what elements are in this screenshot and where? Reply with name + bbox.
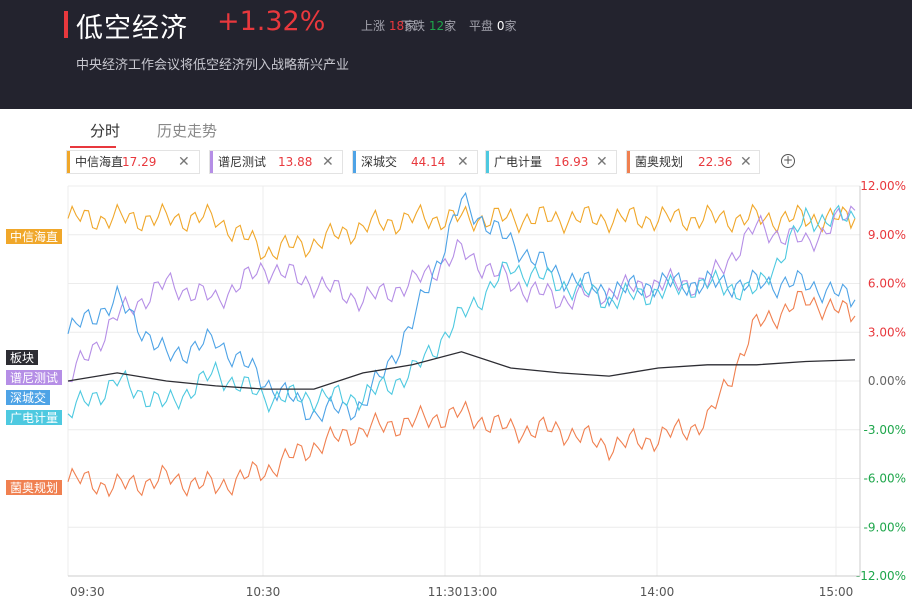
- y-tick-label: 0.00%: [868, 374, 906, 388]
- series-label-text: 深城交: [10, 390, 46, 405]
- y-tick-label: -12.00%: [856, 569, 906, 583]
- series-label: 深城交: [6, 390, 50, 405]
- x-tick-label: 11:30: [428, 585, 463, 599]
- series-label-text: 广电计量: [10, 411, 58, 425]
- series-label: 广电计量: [6, 410, 62, 425]
- y-tick-label: 3.00%: [868, 325, 906, 339]
- series-label-text: 菌奥规划: [10, 480, 58, 495]
- y-tick-label: 12.00%: [860, 179, 906, 193]
- series-label-text: 中信海直: [10, 229, 58, 244]
- x-tick-label: 15:00: [819, 585, 854, 599]
- y-tick-label: -3.00%: [864, 423, 906, 437]
- series-line-5: [67, 351, 856, 390]
- y-tick-label: 9.00%: [868, 228, 906, 242]
- x-tick-label: 10:30: [246, 585, 281, 599]
- intraday-line-chart: 12.00% 9.00% 6.00% 3.00% 0.00% -3.00% -6.00% -9…: [6, 179, 906, 599]
- series-label: 板块: [6, 350, 38, 365]
- series-line-0: [67, 202, 856, 261]
- series-label-text: 谱尼测试: [10, 370, 58, 385]
- x-tick-label: 13:00: [463, 585, 498, 599]
- series-label-text: 板块: [10, 351, 34, 365]
- series-label: 谱尼测试: [6, 370, 62, 385]
- series-line-3: [67, 204, 856, 419]
- x-tick-label: 14:00: [640, 585, 675, 599]
- series-line-2: [67, 191, 856, 423]
- series-label: 菌奥规划: [6, 480, 62, 495]
- series-line-1: [67, 205, 856, 383]
- y-tick-label: -9.00%: [864, 520, 906, 534]
- x-tick-label: 09:30: [70, 585, 105, 599]
- y-tick-label: -6.00%: [864, 472, 906, 486]
- series-label: 中信海直: [6, 229, 62, 244]
- y-tick-label: 6.00%: [868, 277, 906, 291]
- series-line-4: [67, 290, 856, 498]
